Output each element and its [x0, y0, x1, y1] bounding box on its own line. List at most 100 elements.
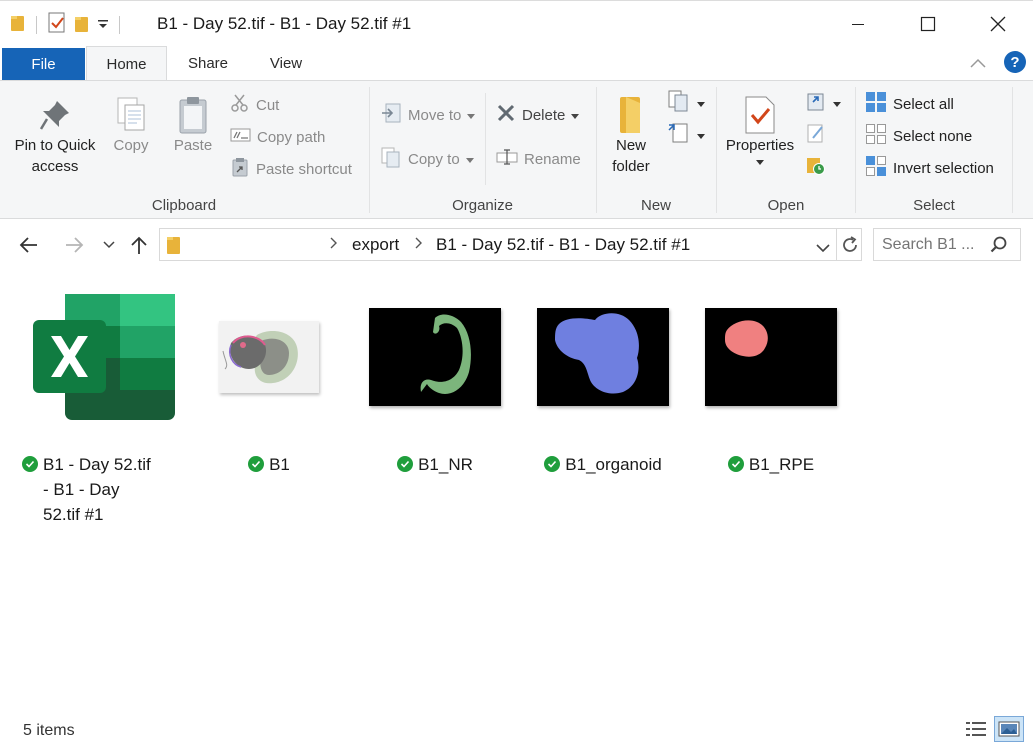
- divider: [485, 93, 486, 185]
- address-bar[interactable]: export B1 - Day 52.tif - B1 - Day 52.tif…: [159, 228, 862, 261]
- dropdown-arrow-icon: [833, 95, 841, 112]
- title-bar: B1 - Day 52.tif - B1 - Day 52.tif #1: [0, 0, 1033, 46]
- large-icons-view-icon[interactable]: [994, 716, 1024, 742]
- new-folder-icon: [603, 95, 659, 135]
- folder-icon: [166, 234, 182, 261]
- sync-status-icon: [22, 456, 38, 472]
- pin-icon: [8, 95, 102, 135]
- breadcrumb-separator-icon[interactable]: [330, 237, 338, 252]
- breadcrumb-export[interactable]: export: [352, 235, 399, 255]
- collapse-ribbon-icon[interactable]: [969, 56, 987, 74]
- image-thumbnail: [356, 292, 514, 422]
- file-name: B1_organoid: [524, 452, 682, 477]
- excel-icon: [22, 292, 180, 422]
- sync-status-icon: [727, 456, 744, 472]
- maximize-button[interactable]: [893, 1, 963, 47]
- dropdown-arrow-icon: [571, 107, 580, 124]
- copy-to-button[interactable]: Copy to: [380, 147, 474, 171]
- invert-selection-button[interactable]: Invert selection: [865, 156, 994, 180]
- clipboard-group-label: Clipboard: [151, 197, 217, 214]
- tab-view[interactable]: View: [250, 46, 322, 80]
- organize-group-label: Organize: [452, 197, 513, 214]
- tab-file[interactable]: File: [2, 48, 85, 80]
- file-name: B1 - Day 52.tif - B1 - Day 52.tif #1: [22, 452, 180, 527]
- divider: [836, 229, 837, 260]
- dropdown-arrow-icon: [697, 127, 705, 144]
- select-all-label: Select all: [893, 95, 954, 113]
- cut-button[interactable]: Cut: [230, 93, 279, 117]
- image-thumbnail: [190, 292, 348, 422]
- paste-shortcut-button[interactable]: Paste shortcut: [230, 157, 352, 181]
- customize-toolbar-icon[interactable]: [97, 17, 109, 34]
- rename-button[interactable]: Rename: [496, 147, 581, 171]
- move-to-label: Move to: [408, 106, 462, 124]
- new-folder-button[interactable]: New folder: [603, 95, 659, 177]
- tab-share[interactable]: Share: [170, 46, 246, 80]
- window-title: B1 - Day 52.tif - B1 - Day 52.tif #1: [157, 14, 412, 33]
- search-icon[interactable]: [990, 236, 1008, 259]
- file-name: B1_NR: [356, 452, 514, 477]
- new-folder-label-line2: folder: [612, 158, 650, 175]
- delete-label: Delete: [522, 106, 566, 124]
- minimize-button[interactable]: [823, 1, 893, 47]
- breadcrumb-separator-icon[interactable]: [415, 237, 423, 252]
- up-button[interactable]: [126, 232, 152, 258]
- ribbon-tabs: File Home Share View ?: [0, 46, 1033, 81]
- new-folder-icon[interactable]: [73, 13, 91, 38]
- copy-icon: [106, 95, 156, 135]
- open-icon: [805, 90, 827, 116]
- edit-button[interactable]: [805, 123, 827, 147]
- invert-selection-icon: [865, 155, 887, 181]
- breadcrumb-current-folder[interactable]: B1 - Day 52.tif - B1 - Day 52.tif #1: [436, 235, 690, 255]
- folder-icon: [10, 13, 26, 38]
- paste-shortcut-icon: [230, 157, 250, 181]
- recent-locations-button[interactable]: [96, 232, 122, 258]
- search-input[interactable]: [882, 233, 990, 257]
- properties-icon[interactable]: [47, 12, 67, 39]
- forward-button[interactable]: [61, 232, 87, 258]
- copy-path-button[interactable]: Copy path: [230, 125, 325, 149]
- new-group-label: New: [640, 197, 671, 214]
- pin-label-line1: Pin to Quick: [14, 137, 96, 154]
- search-box[interactable]: [873, 228, 1021, 261]
- properties-button[interactable]: Properties: [721, 95, 799, 170]
- file-name: B1: [190, 452, 348, 477]
- copy-button[interactable]: Copy: [106, 95, 156, 156]
- sync-status-icon: [397, 456, 414, 472]
- file-name: B1_RPE: [692, 452, 850, 477]
- address-dropdown-icon[interactable]: [816, 240, 830, 258]
- select-group: Select all Select none Invert selection …: [856, 81, 1012, 219]
- select-group-label: Select: [913, 197, 955, 214]
- tab-home[interactable]: Home: [86, 46, 167, 81]
- help-icon[interactable]: ?: [1003, 50, 1027, 79]
- open-button[interactable]: [805, 91, 841, 115]
- file-list: B1 - Day 52.tif - B1 - Day 52.tif #1 B1: [0, 272, 1033, 708]
- ribbon: Pin to Quick access Copy Paste Cut Copy …: [0, 80, 1033, 219]
- copy-to-label: Copy to: [408, 150, 460, 168]
- select-none-label: Select none: [893, 127, 973, 145]
- easy-access-icon: [667, 122, 691, 148]
- delete-button[interactable]: Delete: [496, 103, 580, 127]
- status-bar: 5 items: [0, 708, 1033, 750]
- refresh-icon[interactable]: [840, 235, 860, 260]
- dropdown-arrow-icon: [697, 95, 705, 112]
- select-none-button[interactable]: Select none: [865, 124, 972, 148]
- history-button[interactable]: [805, 155, 827, 179]
- details-view-icon[interactable]: [964, 719, 988, 744]
- pin-to-quick-access-button[interactable]: Pin to Quick access: [8, 95, 102, 177]
- close-button[interactable]: [963, 1, 1033, 47]
- paste-button[interactable]: Paste: [168, 95, 218, 156]
- dropdown-arrow-icon: [465, 151, 474, 168]
- copy-to-icon: [380, 146, 402, 172]
- organize-group: Move to Copy to Delete Rename Organize: [370, 81, 595, 219]
- paste-shortcut-label: Paste shortcut: [256, 160, 352, 178]
- select-all-button[interactable]: Select all: [865, 92, 954, 116]
- easy-access-button[interactable]: [667, 123, 705, 147]
- dropdown-arrow-icon: [721, 156, 799, 170]
- item-count: 5 items: [23, 722, 75, 739]
- navigation-bar: export B1 - Day 52.tif - B1 - Day 52.tif…: [0, 219, 1033, 271]
- new-item-button[interactable]: [667, 90, 705, 115]
- back-button[interactable]: [16, 232, 42, 258]
- move-to-button[interactable]: Move to: [380, 103, 476, 127]
- rename-icon: [496, 149, 518, 169]
